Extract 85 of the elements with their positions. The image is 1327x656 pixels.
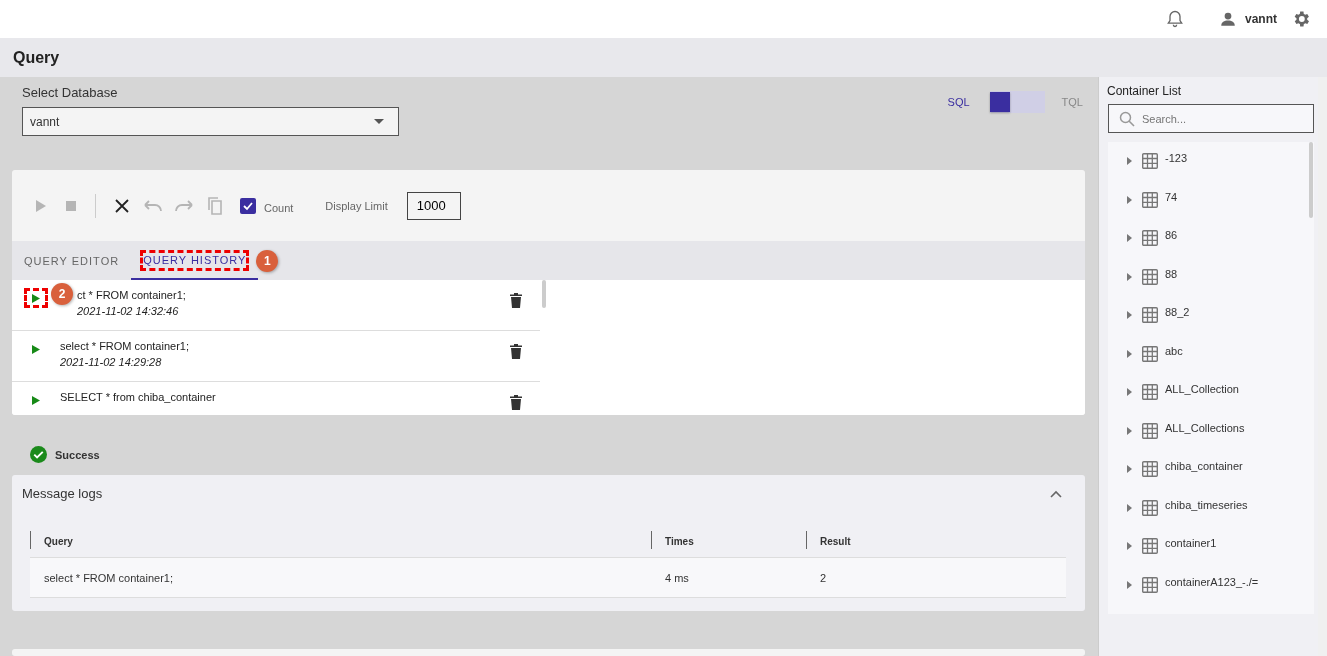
play-icon (32, 395, 40, 405)
undo-icon (142, 198, 163, 213)
expand-arrow-icon[interactable] (1127, 272, 1132, 281)
database-select[interactable]: vannt (22, 107, 399, 136)
expand-arrow-icon[interactable] (1127, 465, 1132, 474)
check-circle-icon (30, 446, 47, 463)
redo-icon (173, 198, 194, 213)
history-query: select * FROM container1; (60, 340, 190, 352)
container-name[interactable]: chiba_container (1165, 460, 1243, 473)
callout-badge: 2 (51, 283, 73, 305)
history-time: 2021-11-02 14:32:46 (77, 305, 180, 317)
display-limit-input[interactable]: 1000 (406, 191, 461, 220)
chevron-icon[interactable] (1050, 489, 1062, 498)
table-cell: 2 (820, 571, 827, 584)
language-option[interactable]: SQL (947, 96, 970, 108)
history-time: 2021-11-02 14:29:28 (60, 356, 163, 368)
copy-icon (206, 196, 223, 215)
expand-arrow-icon[interactable] (1127, 580, 1132, 589)
table-icon (1142, 345, 1158, 362)
container-name[interactable]: containerA123_-./= (1165, 575, 1259, 588)
column-header: Query (44, 535, 73, 547)
table-icon (1142, 307, 1158, 324)
stop-icon (64, 199, 77, 212)
run-button[interactable] (25, 289, 47, 307)
container-name[interactable]: abc (1165, 344, 1183, 357)
history-query: ct * FROM container1; (77, 289, 187, 301)
checkbox-label: Count (264, 201, 294, 214)
container-name[interactable]: ALL_Collections (1165, 421, 1245, 434)
panel-title: Container List (1107, 84, 1183, 98)
table-icon (1142, 461, 1158, 478)
table-cell: select * FROM container1; (44, 571, 173, 584)
container-name[interactable]: 86 (1165, 229, 1178, 242)
scrollbar[interactable] (542, 280, 546, 308)
column-header: Result (820, 535, 851, 547)
container-name[interactable]: chiba_timeseries (1165, 498, 1248, 511)
table-icon (1142, 538, 1158, 555)
table-icon (1142, 422, 1158, 439)
expand-arrow-icon[interactable] (1127, 311, 1132, 320)
status-text: Success (55, 448, 100, 461)
search-icon (1119, 111, 1135, 127)
toggle-switch[interactable] (989, 91, 1045, 113)
expand-arrow-icon[interactable] (1127, 234, 1132, 243)
bell-icon[interactable] (1165, 9, 1185, 29)
field-label: Display Limit (325, 199, 388, 212)
scrollbar[interactable] (1309, 142, 1313, 218)
table-icon (1142, 499, 1158, 516)
tab[interactable]: QUERY EDITOR (12, 241, 132, 280)
table-icon (1142, 230, 1158, 247)
container-name[interactable]: -123 (1165, 152, 1188, 165)
close-icon (113, 197, 130, 214)
user-icon[interactable] (1219, 10, 1237, 28)
container-name[interactable]: 88 (1165, 267, 1178, 280)
expand-arrow-icon[interactable] (1127, 349, 1132, 358)
trash-icon[interactable] (510, 344, 522, 359)
expand-arrow-icon[interactable] (1127, 195, 1132, 204)
play-icon (32, 293, 40, 303)
callout-badge: 1 (256, 249, 279, 272)
table-icon (1142, 191, 1158, 208)
expand-arrow-icon[interactable] (1127, 157, 1132, 166)
page-title: Query (13, 48, 60, 67)
container-name[interactable]: ALL_Collection (1165, 383, 1239, 396)
container-name[interactable]: 74 (1165, 190, 1178, 203)
table-icon (1142, 576, 1158, 593)
play-icon (32, 344, 40, 354)
expand-arrow-icon[interactable] (1127, 426, 1132, 435)
column-header: Times (665, 535, 694, 547)
expand-arrow-icon[interactable] (1127, 503, 1132, 512)
panel-title: Message logs (22, 486, 103, 501)
user-name: vannt (1245, 12, 1277, 26)
count-checkbox[interactable] (240, 197, 256, 214)
expand-arrow-icon[interactable] (1127, 542, 1132, 551)
table-cell: 4 ms (665, 571, 689, 584)
table-icon (1142, 153, 1158, 170)
table-icon (1142, 268, 1158, 285)
expand-arrow-icon[interactable] (1127, 388, 1132, 397)
container-name[interactable]: 88_2 (1165, 306, 1190, 319)
trash-icon[interactable] (510, 293, 522, 308)
caret-icon (374, 119, 384, 124)
trash-icon[interactable] (510, 395, 522, 410)
table-icon (1142, 384, 1158, 401)
search-field[interactable]: Search... (1108, 104, 1314, 133)
history-query: SELECT * from chiba_container (60, 391, 217, 403)
field-label: Select Database (22, 85, 119, 100)
container-name[interactable]: container1 (1165, 537, 1217, 550)
tab[interactable]: QUERY HISTORY (131, 241, 259, 280)
